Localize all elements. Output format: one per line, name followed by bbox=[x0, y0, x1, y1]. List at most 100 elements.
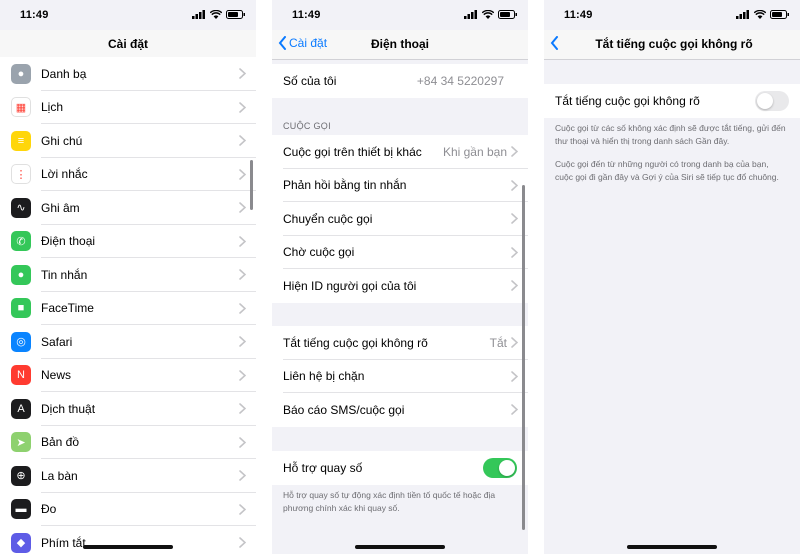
voice-memos-icon: ∿ bbox=[11, 197, 31, 218]
settings-item[interactable]: ⋮ Lời nhắc bbox=[0, 158, 256, 192]
settings-row[interactable]: Phản hồi bằng tin nhắn bbox=[272, 169, 528, 203]
row-label: Chuyển cuộc gọi bbox=[283, 211, 373, 226]
chevron-right-icon bbox=[239, 369, 246, 381]
blocking-group: Tắt tiếng cuộc gọi không rõ Tắt Liên hệ bị… bbox=[272, 326, 528, 427]
silence-group: Tắt tiếng cuộc gọi không rõ bbox=[544, 84, 800, 118]
my-number-row[interactable]: Số của tôi +84 34 5220297 bbox=[272, 64, 528, 98]
page-title: Điện thoại bbox=[370, 37, 429, 51]
phone-settings-screen: 11:49 Cài đặt Điện thoại Số của tôi +84 … bbox=[272, 0, 528, 554]
settings-item-label: FaceTime bbox=[41, 301, 94, 316]
chevron-right-icon bbox=[511, 179, 518, 191]
chevron-right-icon bbox=[239, 503, 246, 515]
settings-list: ● Danh bạ ▦ Lịch ≡ Ghi chú ⋮ Lời nhắc ∿ Ghi âm ✆ Đi… bbox=[0, 57, 256, 554]
safari-icon: ◎ bbox=[11, 331, 31, 352]
chevron-right-icon bbox=[239, 135, 246, 147]
reminders-icon: ⋮ bbox=[11, 164, 31, 185]
toggle-knob bbox=[757, 92, 773, 109]
nav-bar: Cài đặt bbox=[0, 30, 256, 60]
settings-row[interactable]: Chờ cuộc gọi bbox=[272, 236, 528, 270]
settings-item[interactable]: ⊕ La bàn bbox=[0, 459, 256, 493]
chevron-right-icon bbox=[239, 235, 246, 247]
settings-item-label: News bbox=[41, 368, 72, 383]
battery-icon bbox=[226, 10, 245, 19]
chevron-right-icon bbox=[239, 403, 246, 415]
settings-item-label: Đo bbox=[41, 502, 57, 517]
signal-icon bbox=[192, 10, 205, 19]
wifi-icon bbox=[482, 10, 494, 19]
status-bar: 11:49 bbox=[544, 0, 800, 30]
chevron-right-icon bbox=[239, 436, 246, 448]
settings-item[interactable]: ● Danh bạ bbox=[0, 57, 256, 91]
settings-item[interactable]: ∿ Ghi âm bbox=[0, 191, 256, 225]
signal-icon bbox=[464, 10, 477, 19]
chevron-right-icon bbox=[239, 302, 246, 314]
status-icons bbox=[736, 10, 790, 19]
settings-item-label: Danh bạ bbox=[41, 66, 87, 81]
row-label: Tắt tiếng cuộc gọi không rõ bbox=[283, 335, 428, 350]
status-time: 11:49 bbox=[564, 9, 593, 21]
settings-item[interactable]: ◎ Safari bbox=[0, 325, 256, 359]
scrollbar[interactable] bbox=[250, 160, 253, 210]
settings-item-label: Dịch thuật bbox=[41, 401, 96, 416]
settings-row[interactable]: Liên hệ bị chặn bbox=[272, 360, 528, 394]
dial-assist-row: Hỗ trợ quay số bbox=[272, 451, 528, 485]
dial-assist-toggle[interactable] bbox=[483, 457, 517, 478]
compass-icon: ⊕ bbox=[11, 465, 31, 486]
settings-item[interactable]: N News bbox=[0, 359, 256, 393]
settings-item[interactable]: ◆ Phím tắt bbox=[0, 526, 256, 554]
my-number-group: Số của tôi +84 34 5220297 bbox=[272, 64, 528, 98]
home-indicator[interactable] bbox=[627, 545, 717, 549]
my-number-value: +84 34 5220297 bbox=[416, 73, 504, 88]
settings-row[interactable]: Hiện ID người gọi của tôi bbox=[272, 269, 528, 303]
toggle-knob bbox=[499, 459, 515, 476]
chevron-right-icon bbox=[239, 269, 246, 281]
settings-item[interactable]: ▬ Đo bbox=[0, 493, 256, 527]
status-bar: 11:49 bbox=[0, 0, 256, 30]
page-title: Tắt tiếng cuộc gọi không rõ bbox=[595, 37, 753, 51]
battery-icon bbox=[498, 10, 517, 19]
chevron-right-icon bbox=[511, 146, 518, 158]
settings-row[interactable]: Cuộc gọi trên thiết bị khác Khi gần bạn bbox=[272, 135, 528, 169]
row-label: Hiện ID người gọi của tôi bbox=[283, 278, 417, 293]
silence-toggle[interactable] bbox=[755, 90, 789, 111]
chevron-right-icon bbox=[239, 470, 246, 482]
page-title: Cài đặt bbox=[107, 37, 148, 51]
news-icon: N bbox=[11, 365, 31, 386]
settings-item-label: Tin nhắn bbox=[41, 267, 88, 282]
my-number-label: Số của tôi bbox=[283, 73, 337, 88]
settings-row[interactable]: Tắt tiếng cuộc gọi không rõ Tắt bbox=[272, 326, 528, 360]
settings-row[interactable]: Báo cáo SMS/cuộc gọi bbox=[272, 393, 528, 427]
nav-bar: Tắt tiếng cuộc gọi không rõ bbox=[544, 30, 800, 60]
settings-row[interactable]: Chuyển cuộc gọi bbox=[272, 202, 528, 236]
translate-icon: A bbox=[11, 398, 31, 419]
home-indicator[interactable] bbox=[83, 545, 173, 549]
settings-screen: 11:49 Cài đặt ● Danh bạ ▦ Lịch ≡ Ghi chú ⋮ Lời … bbox=[0, 0, 256, 554]
chevron-right-icon bbox=[511, 337, 518, 349]
settings-item[interactable]: ➤ Bản đồ bbox=[0, 426, 256, 460]
home-indicator[interactable] bbox=[355, 545, 445, 549]
settings-item[interactable]: A Dịch thuật bbox=[0, 392, 256, 426]
phone-icon: ✆ bbox=[11, 231, 31, 252]
settings-item[interactable]: ● Tin nhắn bbox=[0, 258, 256, 292]
chevron-right-icon bbox=[239, 537, 246, 549]
row-label: Cuộc gọi trên thiết bị khác bbox=[283, 144, 422, 159]
row-label: Báo cáo SMS/cuộc gọi bbox=[283, 402, 405, 417]
settings-item[interactable]: ≡ Ghi chú bbox=[0, 124, 256, 158]
chevron-right-icon bbox=[239, 168, 246, 180]
wifi-icon bbox=[210, 10, 222, 19]
row-value: Tắt bbox=[489, 335, 507, 350]
row-label: Chờ cuộc gọi bbox=[283, 245, 355, 260]
settings-item-label: Ghi âm bbox=[41, 200, 80, 215]
settings-item[interactable]: ▦ Lịch bbox=[0, 91, 256, 125]
settings-item[interactable]: ■ FaceTime bbox=[0, 292, 256, 326]
silence-callers-screen: 11:49 Tắt tiếng cuộc gọi không rõ Tắt ti… bbox=[544, 0, 800, 554]
dial-assist-footnote: Hỗ trợ quay số tự động xác định tiền tố … bbox=[283, 490, 496, 513]
scrollbar[interactable] bbox=[522, 185, 525, 530]
calls-group: Cuộc gọi trên thiết bị khác Khi gần bạn Ph… bbox=[272, 135, 528, 303]
calendar-icon: ▦ bbox=[11, 97, 31, 118]
status-time: 11:49 bbox=[292, 9, 321, 21]
maps-icon: ➤ bbox=[11, 432, 31, 453]
chevron-right-icon bbox=[511, 280, 518, 292]
settings-item[interactable]: ✆ Điện thoại bbox=[0, 225, 256, 259]
chevron-right-icon bbox=[239, 336, 246, 348]
